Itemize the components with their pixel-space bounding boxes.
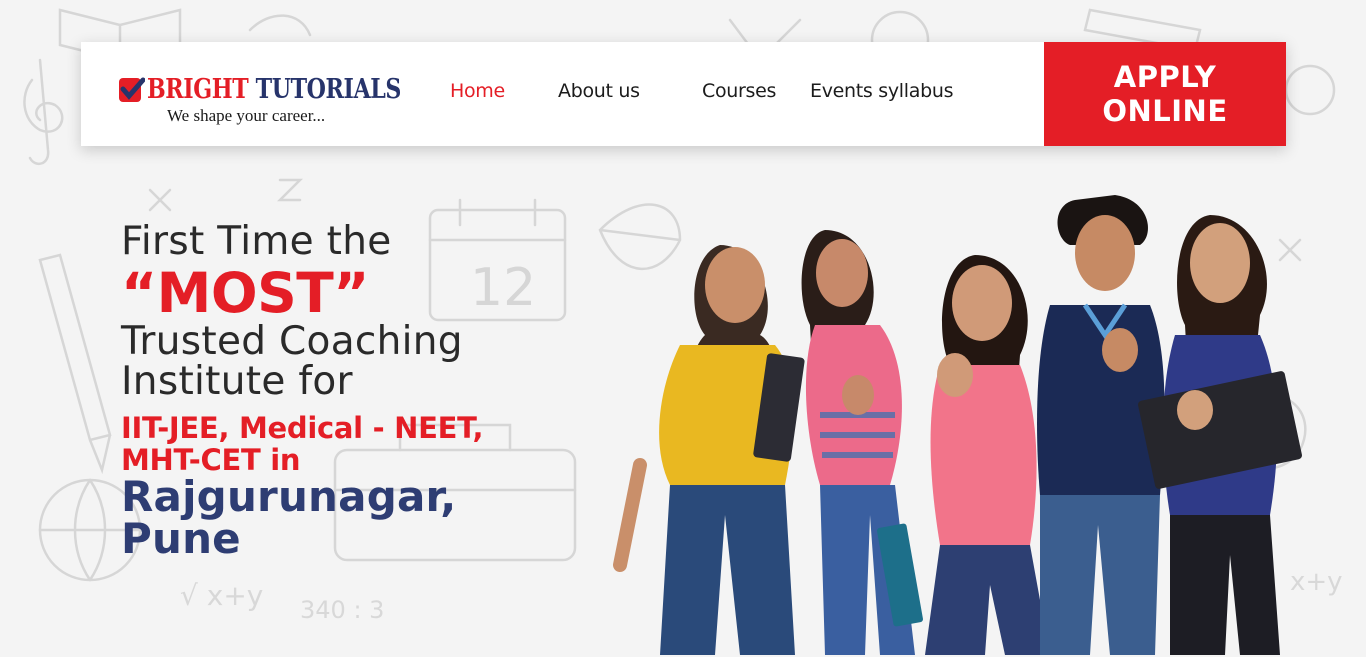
student-coral-top — [877, 255, 1050, 655]
svg-text:√ x+y: √ x+y — [180, 579, 263, 612]
nav-item-courses[interactable]: Courses — [702, 80, 776, 102]
apply-online-line1: APPLY — [1113, 60, 1217, 94]
hero-courses-line1: IIT-JEE, Medical - NEET, — [121, 411, 484, 445]
svg-text:340 : 3: 340 : 3 — [300, 596, 384, 624]
student-blue-top — [1138, 215, 1302, 655]
students-photo — [610, 185, 1330, 657]
nav-item-events-syllabus[interactable]: Events syllabus — [810, 80, 954, 102]
hero-location-line2: Pune — [121, 514, 241, 563]
brand-logo[interactable]: BRIGHT TUTORIALS We shape your career... — [119, 74, 401, 130]
student-yellow-top — [613, 245, 805, 655]
hero-highlight-most: “MOST” — [121, 261, 369, 325]
apply-online-line2: ONLINE — [1102, 94, 1228, 128]
nav-item-home[interactable]: Home — [450, 80, 505, 102]
brand-name-part2: TUTORIALS — [255, 74, 402, 105]
nav-item-about-us[interactable]: About us — [558, 80, 640, 102]
hero-line-institute: Institute for — [121, 359, 353, 404]
hero-location-line1: Rajgurunagar, — [121, 472, 457, 521]
brand-name-part1: BRIGHT — [147, 74, 249, 105]
apply-online-button[interactable]: APPLY ONLINE — [1044, 42, 1286, 146]
brand-name: BRIGHT TUTORIALS — [147, 74, 401, 106]
hero-heading: First Time the “MOST” Trusted Coaching I… — [121, 220, 591, 560]
logo-check-icon — [119, 77, 145, 102]
brand-tagline: We shape your career... — [167, 106, 326, 125]
site-header: BRIGHT TUTORIALS We shape your career...… — [81, 42, 1286, 146]
hero-line-trusted: Trusted Coaching — [121, 319, 463, 364]
hero-line-first-time: First Time the — [121, 219, 392, 264]
